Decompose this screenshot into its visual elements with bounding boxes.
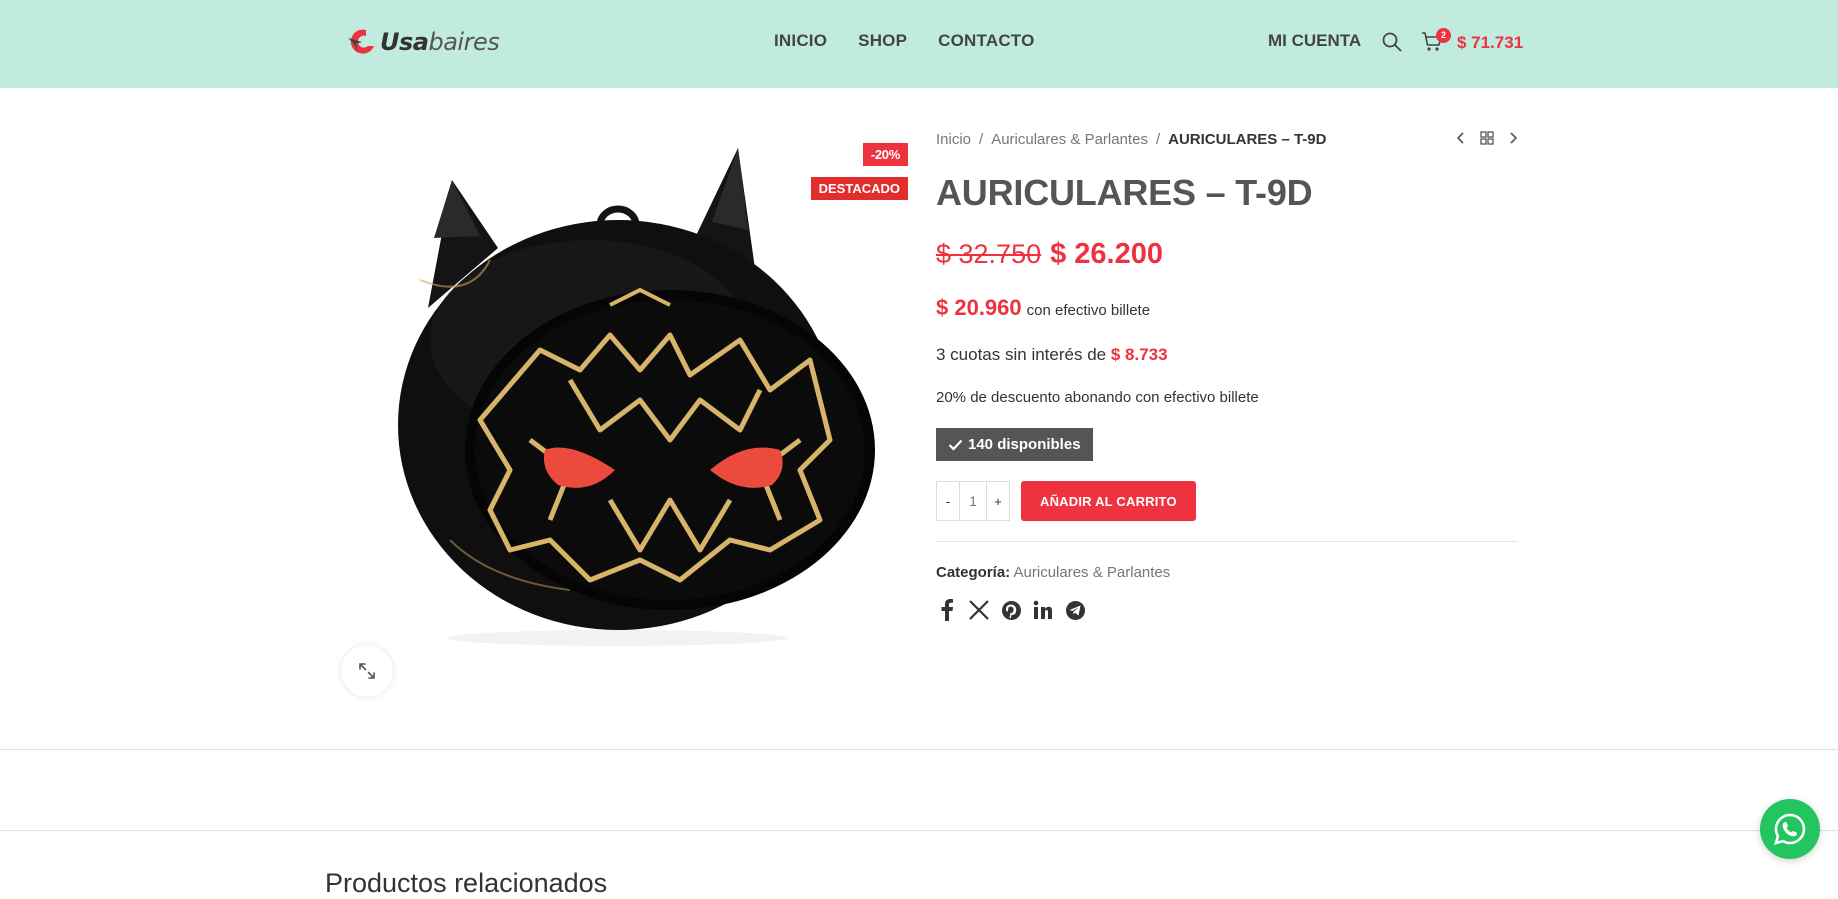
linkedin-icon[interactable] [1032,599,1054,621]
cash-price-label: con efectivo billete [1026,302,1151,319]
installments-line: 3 cuotas sin interés de $ 8.733 [936,345,1518,365]
expand-icon [359,663,375,679]
pinterest-icon[interactable] [1000,599,1022,621]
category-label: Categoría: [936,564,1011,581]
breadcrumb-home[interactable]: Inicio [936,131,971,148]
divider [936,541,1518,542]
breadcrumb-current: AURICULARES – T-9D [1168,130,1327,148]
price-block: $ 32.750 $ 26.200 [936,238,1518,271]
product-gallery: -20% DESTACADO [340,140,908,660]
site-logo[interactable]: Usabaires [346,26,500,58]
stock-label: 140 disponibles [968,436,1081,453]
breadcrumb-separator: / [979,130,984,148]
facebook-icon[interactable] [936,599,958,621]
quantity-stepper: - 1 + [936,481,1010,521]
product-title: AURICULARES – T-9D [936,172,1313,213]
featured-badge: DESTACADO [810,177,908,200]
installments-amount: $ 8.733 [1110,345,1168,364]
product-category: Categoría: Auriculares & Parlantes [936,564,1518,581]
breadcrumb: Inicio / Auriculares & Parlantes / AURIC… [936,128,1518,150]
add-to-cart-row: - 1 + AÑADIR AL CARRITO [936,481,1518,521]
qty-decrease-button[interactable]: - [937,482,959,520]
cash-price-line: $ 20.960 con efectivo billete [936,295,1518,321]
chevron-right-icon[interactable] [1508,131,1518,145]
check-icon [948,439,963,451]
discount-note: 20% de descuento abonando con efectivo b… [936,389,1259,406]
product-navigation [1456,131,1518,145]
cash-price: $ 20.960 [936,295,1022,320]
nav-inicio[interactable]: INICIO [774,31,827,51]
logo-icon [348,29,374,54]
whatsapp-icon [1774,813,1806,845]
category-link[interactable]: Auriculares & Parlantes [1014,564,1171,581]
qty-increase-button[interactable]: + [987,482,1009,520]
current-price: $ 26.200 [1050,238,1163,270]
main-nav: INICIO SHOP CONTACTO [774,31,1035,51]
grid-icon[interactable] [1480,131,1494,145]
telegram-icon[interactable] [1064,599,1086,621]
my-account-link[interactable]: MI CUENTA [1268,31,1361,51]
qty-input[interactable]: 1 [959,482,987,520]
nav-shop[interactable]: SHOP [858,31,907,51]
zoom-button[interactable] [341,645,393,697]
logo-text: Usabaires [380,28,500,56]
product-summary: Inicio / Auriculares & Parlantes / AURIC… [936,128,1518,621]
breadcrumb-separator: / [1155,130,1161,148]
nav-contacto[interactable]: CONTACTO [938,31,1034,51]
section-divider-top [0,749,1838,750]
stock-status: 140 disponibles [936,428,1093,461]
site-header: Usabaires INICIO SHOP CONTACTO MI CUENTA… [0,0,1838,88]
add-to-cart-button[interactable]: AÑADIR AL CARRITO [1021,481,1196,521]
cart-count-badge: 2 [1436,28,1451,43]
chevron-left-icon[interactable] [1456,131,1466,145]
x-icon[interactable] [968,599,990,621]
search-icon[interactable] [1382,32,1402,52]
installments-text: 3 cuotas sin interés de [936,345,1107,364]
cart-total[interactable]: $ 71.731 [1457,33,1523,53]
old-price: $ 32.750 [936,239,1042,269]
section-divider-bottom [0,830,1838,831]
share-buttons [936,599,1518,621]
product-image[interactable] [340,140,908,660]
whatsapp-button[interactable] [1760,799,1820,859]
discount-badge: -20% [862,143,908,166]
related-products-heading: Productos relacionados [325,868,608,898]
breadcrumb-category[interactable]: Auriculares & Parlantes [991,131,1148,148]
